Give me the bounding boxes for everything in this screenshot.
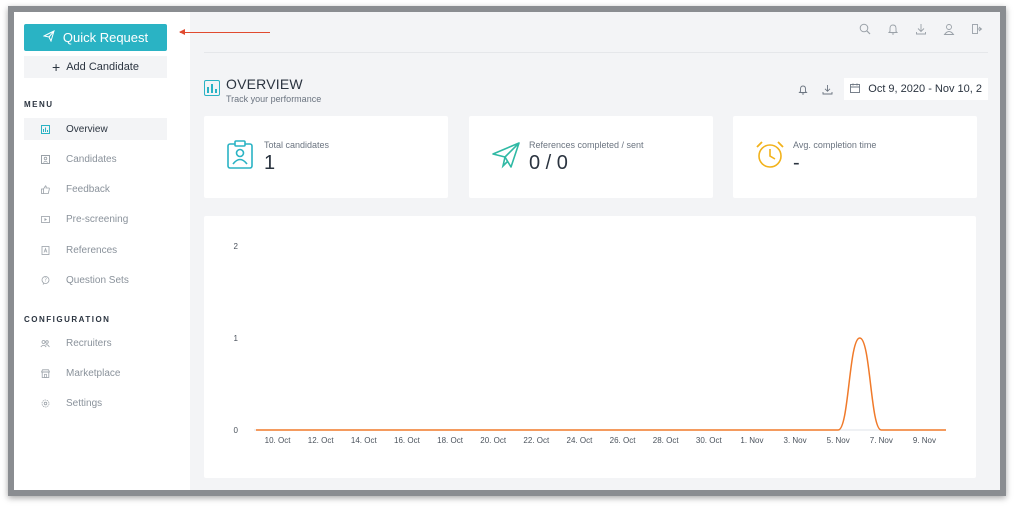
series-line	[256, 337, 946, 431]
stat-card-references: References completed / sent 0 / 0	[469, 116, 713, 198]
quick-request-label: Quick Request	[62, 30, 149, 45]
sidebar-item-label: References	[66, 244, 118, 256]
chart-icon	[24, 124, 66, 134]
download-icon[interactable]	[820, 84, 834, 95]
sidebar-item-recruiters[interactable]: Recruiters	[24, 332, 167, 354]
stat-label: Avg. completion time	[793, 140, 877, 150]
x-tick-label: 18. Oct	[437, 436, 464, 445]
stat-value: 0 / 0	[529, 152, 568, 174]
store-icon	[24, 368, 66, 378]
paper-plane-icon	[491, 140, 521, 172]
header-tools: Oct 9, 2020 - Nov 10, 2	[796, 78, 988, 100]
svg-text:?: ?	[44, 277, 47, 283]
download-icon[interactable]	[914, 22, 928, 36]
line-chart: 0 1 2 10. Oct 12. Oct 14. Oct 16. Oct 18. Oct 20…	[234, 242, 947, 445]
app-window: Quick Request + Add Candidate MENU Overv…	[8, 6, 1006, 496]
x-tick-label: 1. Nov	[740, 436, 763, 445]
x-tick-label: 3. Nov	[784, 436, 807, 445]
sidebar-item-pre-screening[interactable]: Pre-screening	[24, 208, 167, 230]
sidebar-item-question-sets[interactable]: ? Question Sets	[24, 269, 167, 291]
overview-chart-icon	[204, 80, 220, 96]
stat-card-avg-completion: Avg. completion time -	[733, 116, 977, 198]
sidebar-item-label: Pre-screening	[66, 213, 129, 225]
user-icon[interactable]	[942, 22, 956, 36]
badge-icon	[226, 140, 256, 172]
bell-icon[interactable]	[796, 84, 810, 95]
sidebar-item-label: Settings	[66, 397, 103, 409]
x-tick-label: 26. Oct	[610, 436, 637, 445]
bell-icon[interactable]	[886, 22, 900, 36]
annotation-arrow	[179, 29, 270, 35]
add-candidate-button[interactable]: + Add Candidate	[24, 56, 167, 78]
paper-plane-icon	[42, 30, 55, 45]
x-tick-label: 24. Oct	[567, 436, 594, 445]
x-tick-label: 9. Nov	[913, 436, 936, 445]
sidebar-item-label: Marketplace	[66, 367, 121, 379]
x-tick-label: 30. Oct	[696, 436, 723, 445]
sidebar-item-label: Feedback	[66, 183, 110, 195]
sidebar-item-settings[interactable]: Settings	[24, 392, 167, 414]
stat-label: Total candidates	[264, 140, 330, 150]
x-tick-label: 20. Oct	[480, 436, 507, 445]
sidebar-item-marketplace[interactable]: Marketplace	[24, 362, 167, 384]
users-icon	[24, 339, 66, 348]
thumbs-up-icon	[24, 184, 66, 194]
x-tick-label: 14. Oct	[351, 436, 378, 445]
sidebar-item-label: Question Sets	[66, 274, 129, 286]
sidebar: Quick Request + Add Candidate MENU Overv…	[14, 12, 190, 490]
question-icon: ?	[24, 275, 66, 285]
add-candidate-label: Add Candidate	[66, 61, 139, 73]
sidebar-item-label: Recruiters	[66, 337, 112, 349]
page-title: OVERVIEW	[226, 76, 303, 92]
x-tick-label: 12. Oct	[308, 436, 335, 445]
plus-icon: +	[52, 59, 61, 75]
x-tick-label: 10. Oct	[265, 436, 292, 445]
alarm-clock-icon	[755, 140, 785, 172]
menu-heading: MENU	[24, 100, 54, 109]
logout-icon[interactable]	[970, 22, 984, 36]
sidebar-item-label: Candidates	[66, 153, 117, 165]
x-tick-label: 7. Nov	[870, 436, 893, 445]
topbar-divider	[204, 52, 988, 53]
y-tick-label: 2	[234, 242, 239, 251]
quick-request-button[interactable]: Quick Request	[24, 24, 167, 51]
x-tick-label: 16. Oct	[394, 436, 421, 445]
stat-value: 1	[264, 152, 276, 174]
date-range-picker[interactable]: Oct 9, 2020 - Nov 10, 2	[844, 78, 988, 100]
stat-value: -	[793, 152, 800, 174]
calendar-icon	[850, 83, 861, 96]
stat-label: References completed / sent	[529, 140, 644, 150]
candidates-chart: 0 1 2 10. Oct 12. Oct 14. Oct 16. Oct 18. Oct 20…	[204, 216, 976, 478]
sidebar-item-candidates[interactable]: Candidates	[24, 148, 167, 170]
x-tick-label: 22. Oct	[523, 436, 550, 445]
y-tick-label: 1	[234, 334, 239, 343]
sidebar-item-feedback[interactable]: Feedback	[24, 178, 167, 200]
sidebar-item-overview[interactable]: Overview	[24, 118, 167, 140]
video-icon	[24, 215, 66, 224]
reference-icon	[24, 245, 66, 255]
search-icon[interactable]	[858, 22, 872, 36]
date-range-value: Oct 9, 2020 - Nov 10, 2	[868, 83, 982, 95]
configuration-heading: CONFIGURATION	[24, 315, 111, 324]
x-tick-label: 5. Nov	[827, 436, 850, 445]
candidates-icon	[24, 154, 66, 164]
x-tick-label: 28. Oct	[653, 436, 680, 445]
sidebar-item-references[interactable]: References	[24, 239, 167, 261]
sidebar-item-label: Overview	[66, 123, 108, 135]
stat-card-total-candidates: Total candidates 1	[204, 116, 448, 198]
top-toolbar	[858, 22, 984, 36]
y-tick-label: 0	[234, 426, 239, 435]
gear-icon	[24, 399, 66, 408]
page-subtitle: Track your performance	[226, 94, 322, 104]
